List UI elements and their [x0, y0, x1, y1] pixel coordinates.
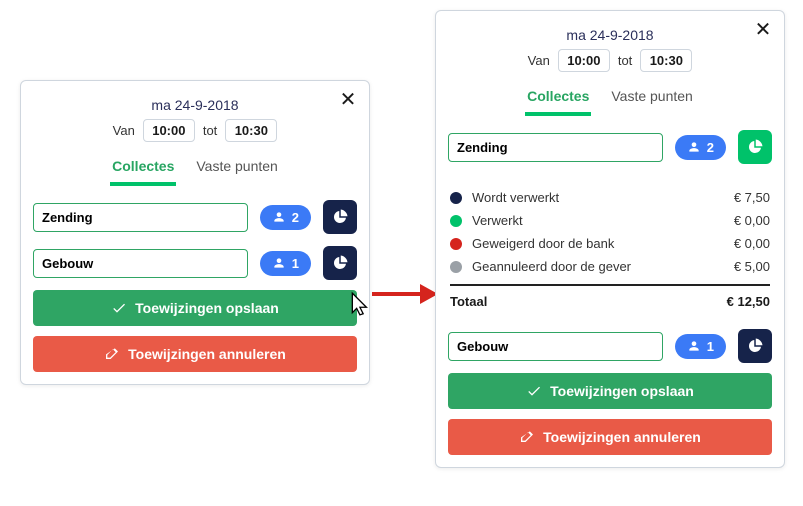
people-badge[interactable]: 2	[260, 205, 311, 230]
pie-chart-icon	[746, 138, 764, 156]
status-dot	[450, 215, 462, 227]
status-dot	[450, 261, 462, 273]
dialog-collapsed: ✕ ma 24-9-2018 Van 10:00 tot 10:30 Colle…	[20, 80, 370, 385]
tab-collectes[interactable]: Collectes	[110, 154, 176, 186]
stat-row: Geannuleerd door de gever € 5,00	[450, 255, 770, 278]
stat-label: Wordt verwerkt	[472, 190, 724, 205]
save-button-label: Toewijzingen opslaan	[135, 300, 279, 316]
stat-label: Verwerkt	[472, 213, 724, 228]
people-badge[interactable]: 1	[260, 251, 311, 276]
collection-name-input[interactable]: Zending	[33, 203, 248, 232]
collection-row: Gebouw 1	[448, 329, 772, 363]
stat-row: Verwerkt € 0,00	[450, 209, 770, 232]
time-from-input[interactable]: 10:00	[143, 119, 195, 142]
collection-row: Zending 2	[33, 200, 357, 234]
tab-vaste-punten[interactable]: Vaste punten	[194, 154, 279, 186]
time-row: Van 10:00 tot 10:30	[448, 49, 772, 84]
status-dot	[450, 192, 462, 204]
stat-label: Geweigerd door de bank	[472, 236, 724, 251]
time-from-input[interactable]: 10:00	[558, 49, 610, 72]
collection-name-input[interactable]: Zending	[448, 133, 663, 162]
collection-row: Zending 2	[448, 130, 772, 164]
user-icon	[272, 210, 286, 224]
status-dot	[450, 238, 462, 250]
cancel-button-label: Toewijzingen annuleren	[543, 429, 701, 445]
expand-stats-button[interactable]	[323, 200, 357, 234]
tab-vaste-punten[interactable]: Vaste punten	[609, 84, 694, 116]
tab-collectes[interactable]: Collectes	[525, 84, 591, 116]
cancel-button[interactable]: Toewijzingen annuleren	[33, 336, 357, 372]
stat-row: Wordt verwerkt € 7,50	[450, 186, 770, 209]
total-label: Totaal	[450, 294, 727, 309]
tabs: Collectes Vaste punten	[33, 154, 357, 186]
user-icon	[687, 140, 701, 154]
check-icon	[526, 383, 542, 399]
time-to-input[interactable]: 10:30	[640, 49, 692, 72]
save-button-label: Toewijzingen opslaan	[550, 383, 694, 399]
date-label: ma 24-9-2018	[33, 91, 357, 119]
from-label: Van	[528, 53, 550, 68]
expand-stats-button[interactable]	[738, 130, 772, 164]
save-button[interactable]: Toewijzingen opslaan	[33, 290, 357, 326]
cancel-button-label: Toewijzingen annuleren	[128, 346, 286, 362]
pie-chart-icon	[746, 337, 764, 355]
stat-row: Geweigerd door de bank € 0,00	[450, 232, 770, 255]
from-label: Van	[113, 123, 135, 138]
to-label: tot	[203, 123, 217, 138]
user-icon	[272, 256, 286, 270]
collection-name-input[interactable]: Gebouw	[448, 332, 663, 361]
cancel-button[interactable]: Toewijzingen annuleren	[448, 419, 772, 455]
check-icon	[111, 300, 127, 316]
stat-value: € 5,00	[734, 259, 770, 274]
people-count: 1	[707, 339, 714, 354]
stat-total: Totaal € 12,50	[450, 290, 770, 317]
expand-stats-button[interactable]	[738, 329, 772, 363]
date-label: ma 24-9-2018	[448, 21, 772, 49]
people-count: 2	[707, 140, 714, 155]
tabs: Collectes Vaste punten	[448, 84, 772, 116]
collection-row: Gebouw 1	[33, 246, 357, 280]
arrow-icon	[372, 282, 442, 306]
time-to-input[interactable]: 10:30	[225, 119, 277, 142]
total-value: € 12,50	[727, 294, 770, 309]
time-row: Van 10:00 tot 10:30	[33, 119, 357, 154]
stat-value: € 7,50	[734, 190, 770, 205]
user-icon	[687, 339, 701, 353]
people-badge[interactable]: 1	[675, 334, 726, 359]
stats-breakdown: Wordt verwerkt € 7,50 Verwerkt € 0,00 Ge…	[448, 186, 772, 317]
dialog-expanded: ✕ ma 24-9-2018 Van 10:00 tot 10:30 Colle…	[435, 10, 785, 468]
stat-value: € 0,00	[734, 213, 770, 228]
collection-name-input[interactable]: Gebouw	[33, 249, 248, 278]
pie-chart-icon	[331, 254, 349, 272]
save-button[interactable]: Toewijzingen opslaan	[448, 373, 772, 409]
expand-stats-button[interactable]	[323, 246, 357, 280]
to-label: tot	[618, 53, 632, 68]
people-count: 2	[292, 210, 299, 225]
stat-value: € 0,00	[734, 236, 770, 251]
divider	[450, 284, 770, 286]
eraser-icon	[104, 346, 120, 362]
people-badge[interactable]: 2	[675, 135, 726, 160]
stat-label: Geannuleerd door de gever	[472, 259, 724, 274]
close-icon[interactable]: ✕	[752, 19, 774, 41]
people-count: 1	[292, 256, 299, 271]
eraser-icon	[519, 429, 535, 445]
pie-chart-icon	[331, 208, 349, 226]
close-icon[interactable]: ✕	[337, 89, 359, 111]
